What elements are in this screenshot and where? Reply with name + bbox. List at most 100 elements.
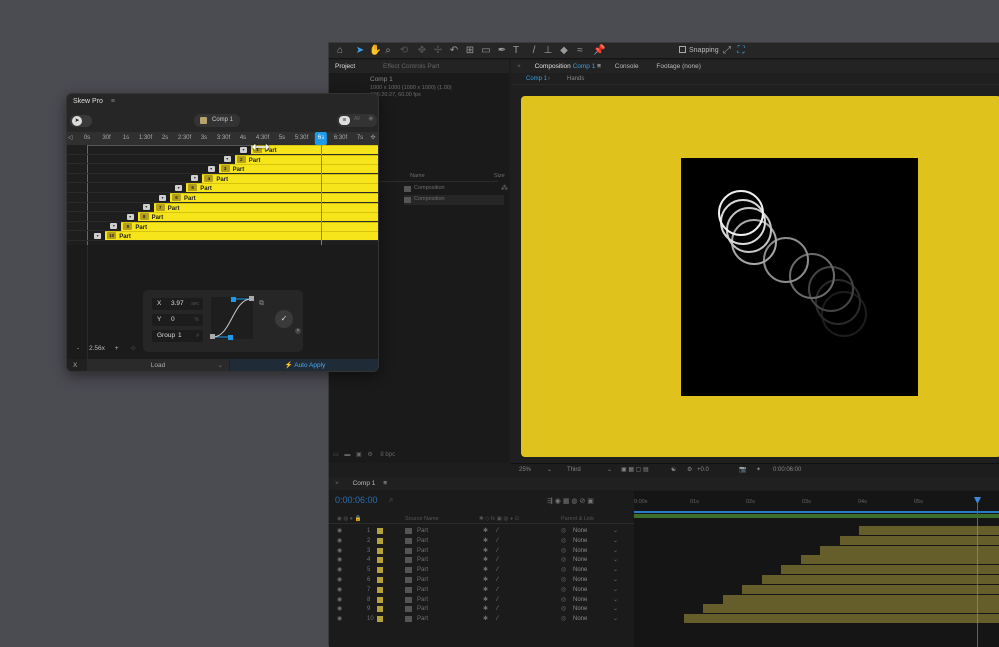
curve-start-handle[interactable] [210, 334, 215, 339]
group-icon[interactable]: ▾ [143, 204, 150, 210]
pen-tool-icon[interactable]: ✒ [497, 46, 507, 56]
home-icon[interactable]: ⌂ [335, 46, 345, 56]
layer-name[interactable]: Part [417, 555, 428, 565]
y-field[interactable]: Y 0 % [152, 314, 203, 326]
tab-composition[interactable]: Composition Comp 1 ≡ [529, 60, 607, 73]
show-snapshot-icon[interactable]: ✦ [756, 464, 761, 476]
select-mode-toggle[interactable]: ➤ [70, 115, 92, 127]
motion-blur-icon[interactable]: ⁄ [497, 614, 498, 624]
label-color-icon[interactable] [377, 538, 383, 544]
timeline-layer-bar[interactable] [723, 595, 999, 604]
timeline-graph-area[interactable]: 0:00s01s02s03s04s05s [634, 491, 999, 647]
brush-tool-icon[interactable]: / [529, 46, 539, 56]
region-icon[interactable]: ▣ ▦ ▢ ▤ [621, 464, 649, 476]
tab-timeline-comp[interactable]: Comp 1 [347, 477, 382, 490]
layer-bar[interactable]: 2Part [235, 155, 379, 164]
group-icon[interactable]: ▾ [159, 195, 166, 201]
parent-pickwhip-icon[interactable]: ◎ [561, 536, 566, 546]
panel-menu-icon[interactable]: ≡ [111, 98, 115, 105]
panel-menu-icon[interactable]: ≡ [383, 480, 387, 487]
layer-name[interactable]: Part [417, 546, 428, 556]
chevron-down-icon[interactable]: ⌄ [613, 546, 618, 556]
undo-icon[interactable]: ↶ [449, 46, 459, 56]
work-area-bar[interactable] [634, 511, 999, 513]
label-color-icon[interactable] [377, 567, 383, 573]
chevron-down-icon[interactable]: ⌄ [613, 585, 618, 595]
layer-name[interactable]: Part [417, 536, 428, 546]
parent-pickwhip-icon[interactable]: ◎ [561, 546, 566, 556]
work-area-range[interactable] [634, 514, 999, 518]
load-button[interactable]: Load ⌄ [87, 359, 229, 372]
zoom-tool-icon[interactable]: ⌕ [383, 46, 393, 56]
curve-in-handle[interactable] [231, 297, 236, 302]
zoom-value[interactable]: 2.56x [89, 345, 105, 352]
layer-lane[interactable]: ▾8Part [67, 212, 379, 222]
eye-icon[interactable]: ◉ [337, 595, 342, 605]
layer-name[interactable]: Part [417, 604, 428, 614]
flowchart-icon[interactable]: ⁂ [501, 184, 508, 192]
layer-lane[interactable]: ▾10Part [67, 231, 379, 241]
parent-pickwhip-icon[interactable]: ◎ [561, 555, 566, 565]
parent-value[interactable]: None [573, 595, 587, 605]
hand-tool-icon[interactable]: ✋ [369, 46, 379, 56]
chevron-down-icon[interactable]: ⌄ [613, 536, 618, 546]
settings-icon[interactable]: ⚙ [367, 452, 372, 458]
tab-effect-controls[interactable]: Effect Controls Part [377, 60, 445, 73]
curve-out-handle[interactable] [228, 335, 233, 340]
layer-lane[interactable]: ▾2Part [67, 155, 379, 165]
layer-lane[interactable]: ▾6Part [67, 193, 379, 203]
solo-icon[interactable]: ✱ [483, 595, 488, 605]
group-icon[interactable]: ▾ [208, 166, 215, 172]
parent-value[interactable]: None [573, 604, 587, 614]
chevron-down-icon[interactable]: ⌄ [613, 604, 618, 614]
new-folder-icon[interactable]: ▬ [344, 452, 350, 458]
eye-icon[interactable]: ◉ [337, 565, 342, 575]
tab-footage[interactable]: Footage (none) [650, 60, 706, 73]
snapping-toggle[interactable]: Snapping [679, 45, 719, 57]
eraser-tool-icon[interactable]: ◆ [559, 46, 569, 56]
eye-icon[interactable]: ◉ [337, 614, 342, 624]
group-icon[interactable]: ▾ [175, 185, 182, 191]
x-field[interactable]: X 3.97 sec [152, 298, 203, 310]
motion-blur-icon[interactable]: ⁄ [497, 526, 498, 536]
parent-value[interactable]: None [573, 555, 587, 565]
solo-icon[interactable]: ✱ [483, 565, 488, 575]
motion-blur-icon[interactable]: ⁄ [497, 536, 498, 546]
exposure-icon[interactable]: ⚙ [687, 464, 692, 476]
auto-apply-button[interactable]: ⚡ Auto Apply [230, 359, 379, 372]
label-color-icon[interactable] [377, 577, 383, 583]
timeline-layer-bar[interactable] [703, 604, 999, 613]
viewer-quality-dropdown-icon[interactable]: ⌄ [607, 464, 612, 476]
timeline-layer-bar[interactable] [781, 565, 999, 574]
layer-lane[interactable]: ▾7Part [67, 203, 379, 213]
zoom-in-button[interactable]: + [115, 345, 119, 352]
chevron-down-icon[interactable]: ⌄ [613, 595, 618, 605]
book-icon[interactable]: ⧉ [259, 300, 264, 308]
label-color-icon[interactable] [377, 616, 383, 622]
timeline-switch-icons[interactable]: ⇶ ◉ ▦ ◍ ⊘ ▣ [547, 497, 594, 505]
parent-pickwhip-icon[interactable]: ◎ [561, 614, 566, 624]
layer-lane[interactable]: ▾5Part [67, 183, 379, 193]
camera-tool-icon[interactable]: ✥ [417, 46, 427, 56]
chevron-down-icon[interactable]: ⌄ [613, 526, 618, 536]
layer-lane[interactable]: ▾1Part [67, 145, 379, 155]
subtab-comp[interactable]: Comp 1 [526, 74, 547, 85]
close-tab-icon[interactable]: × [329, 477, 345, 490]
group-icon[interactable]: ▾ [240, 147, 247, 153]
parent-pickwhip-icon[interactable]: ◎ [561, 575, 566, 585]
solo-icon[interactable]: ✱ [483, 555, 488, 565]
project-col-name[interactable]: Name [410, 172, 425, 180]
eye-icon[interactable]: ◉ [337, 575, 342, 585]
label-color-icon[interactable] [377, 557, 383, 563]
group-icon[interactable]: ▾ [191, 175, 198, 181]
group-icon[interactable]: ▾ [94, 233, 101, 239]
parent-value[interactable]: None [573, 546, 587, 556]
timeline-current-time[interactable]: 0:00:06:00 [335, 495, 378, 505]
timeline-layer-row[interactable]: ◉7Part✱⁄◎None⌄ [329, 585, 634, 595]
close-tab-icon[interactable]: × [511, 60, 527, 73]
timeline-layer-bar[interactable] [801, 555, 999, 564]
clone-stamp-tool-icon[interactable]: ⊥ [543, 46, 553, 56]
timeline-search-icon[interactable]: ⌕ [389, 495, 393, 505]
viewer-zoom[interactable]: 25% [519, 464, 531, 476]
puppet-pin-tool-icon[interactable]: 📌 [593, 46, 603, 56]
